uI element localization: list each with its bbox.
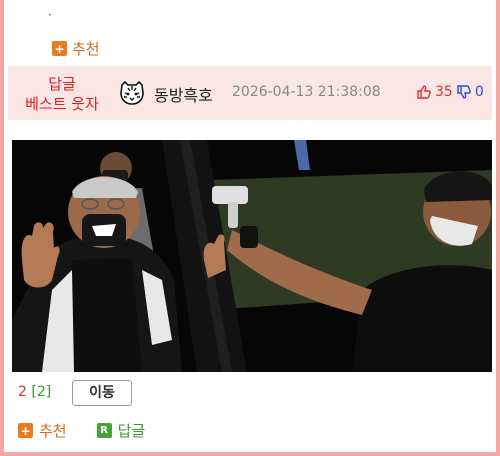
comment-timestamp: 2026-04-13 21:38:08 [232, 84, 381, 100]
vote-box: 35 0 [416, 84, 484, 100]
badge-line-1: 답글 [48, 75, 76, 93]
move-button[interactable]: 이동 [72, 380, 132, 406]
thumbs-down-icon[interactable] [456, 84, 472, 100]
count-value: 2 [18, 384, 27, 400]
comment-header: 답글 베스트 웃자 동방흑호 2026-04-13 21:38:08 35 0 [8, 66, 492, 120]
reply-r-icon[interactable]: R [96, 423, 112, 438]
tiger-icon [120, 80, 144, 105]
separator-dot: · [48, 8, 52, 22]
downvote-count: 0 [474, 84, 484, 100]
recommend-button-top[interactable]: + 추천 [52, 38, 100, 59]
reply-button[interactable]: 답글 [118, 420, 146, 441]
plus-icon: + [52, 41, 67, 56]
upvote-count: 35 [435, 84, 453, 100]
recommend-label: 추천 [72, 40, 100, 58]
author-nickname[interactable]: 동방흑호 [154, 82, 213, 106]
reply-count-value[interactable]: [2] [31, 384, 51, 400]
badge-line-2: 베스트 웃자 [25, 95, 99, 113]
bottom-actions: + 추천 R 답글 [18, 420, 145, 441]
comment-count: 2 [2] [18, 384, 51, 400]
recommend-button[interactable]: 추천 [39, 420, 67, 441]
best-reply-badge: 답글 베스트 웃자 [18, 74, 106, 114]
plus-icon[interactable]: + [18, 423, 33, 438]
attached-photo [12, 140, 492, 372]
thumbs-up-icon[interactable] [416, 84, 432, 100]
